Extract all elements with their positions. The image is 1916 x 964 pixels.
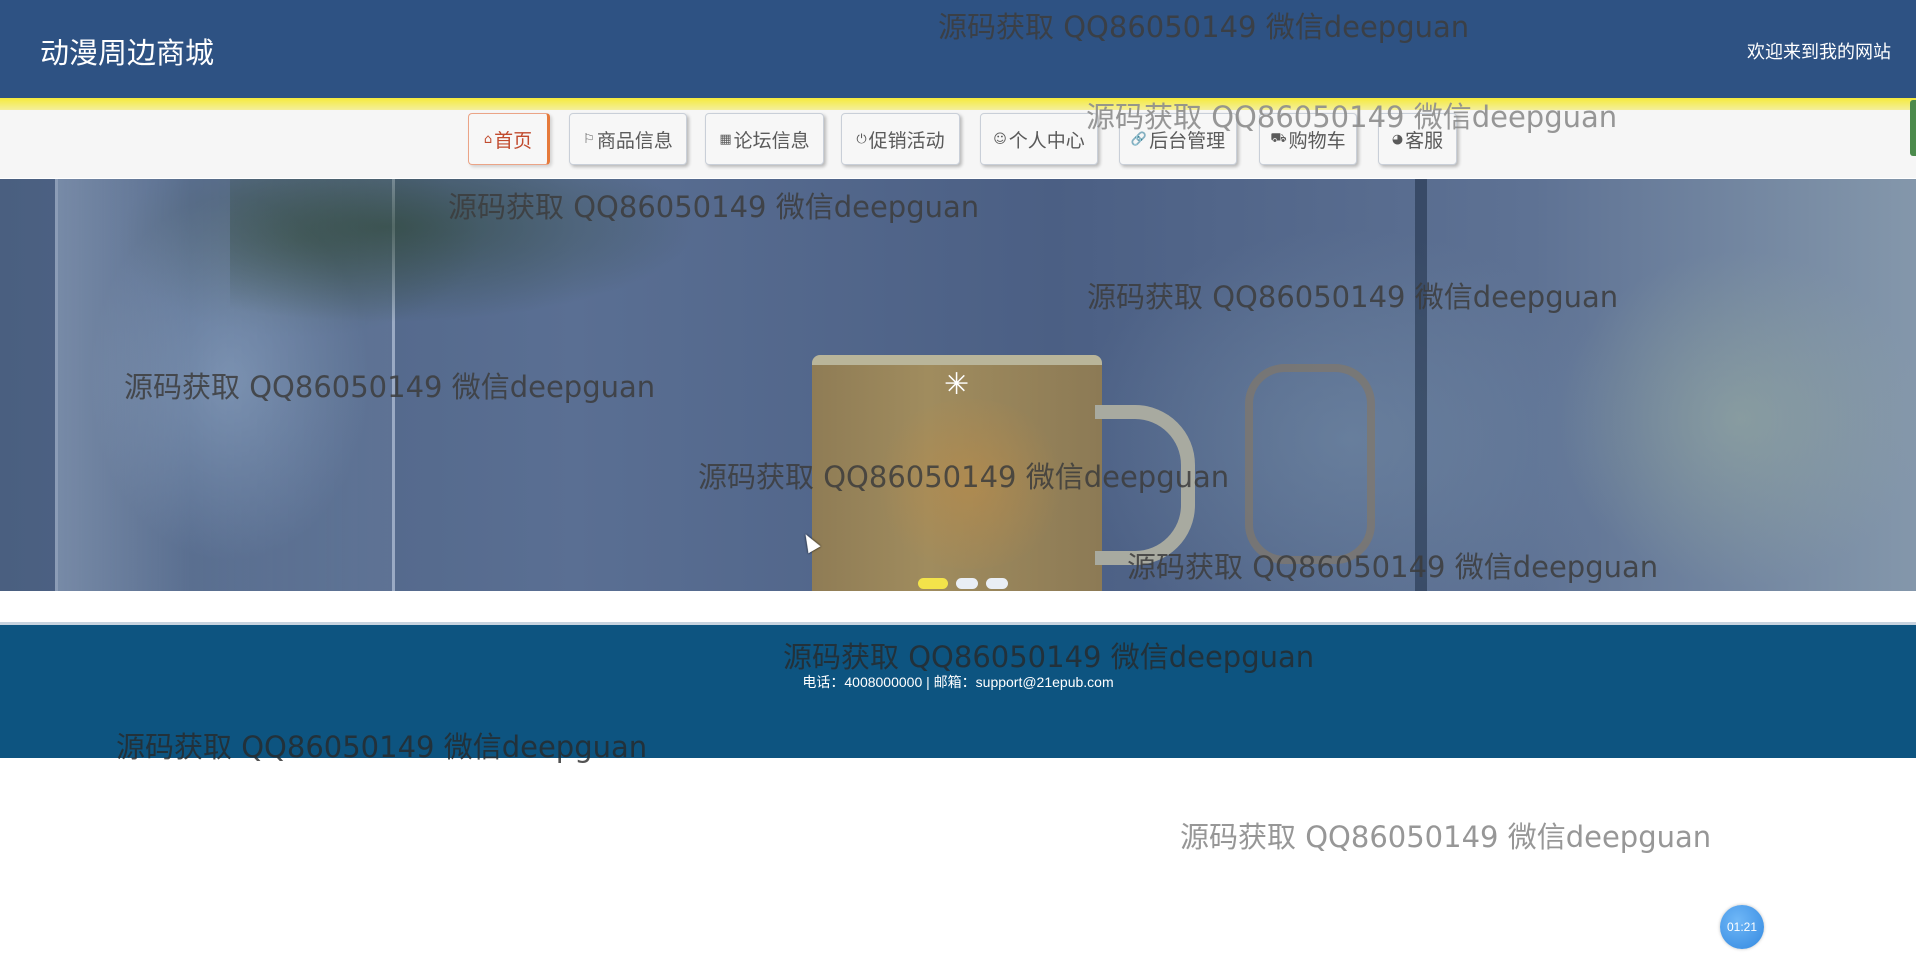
loading-spinner-icon: ✳ (944, 367, 970, 402)
user-icon: ☺ (993, 131, 1007, 147)
nav-home[interactable]: ⌂ 首页 (468, 113, 550, 165)
nav-promotions[interactable]: ⏻ 促销活动 (841, 113, 960, 165)
nav-item-label: 论坛信息 (733, 129, 810, 152)
nav-admin[interactable]: 🔗 后台管理 (1119, 113, 1237, 165)
nav-cart[interactable]: ⛟ 购物车 (1259, 113, 1357, 165)
carousel-dot-1[interactable] (918, 578, 948, 589)
carousel-dot-3[interactable] (986, 578, 1008, 589)
nav-item-label: 商品信息 (596, 129, 673, 152)
home-icon: ⌂ (483, 131, 493, 147)
banner-mug-handle (1095, 405, 1195, 565)
link-icon: 🔗 (1130, 131, 1148, 147)
nav-products[interactable]: ⚐ 商品信息 (569, 113, 687, 165)
footer-contact: 电话：4008000000 | 邮箱：support@21epub.com (802, 674, 1114, 690)
banner-leaves-image (230, 179, 750, 339)
nav-item-label: 后台管理 (1149, 129, 1226, 152)
nav-item-label: 个人中心 (1008, 129, 1085, 152)
watermark: 源码获取 QQ86050149 微信deepguan (1180, 820, 1712, 854)
site-header (0, 0, 1916, 98)
nav-item-label: 促销活动 (868, 129, 945, 152)
nav-item-label: 首页 (494, 129, 533, 152)
timer-badge[interactable]: 01:21 (1720, 905, 1764, 949)
carousel-indicators (918, 578, 1008, 589)
carousel-dot-2[interactable] (956, 578, 978, 589)
header-accent-line (0, 98, 1916, 110)
nav-item-label: 客服 (1405, 129, 1444, 152)
nav-forum[interactable]: ▦ 论坛信息 (705, 113, 824, 165)
chat-icon: ◕ (1391, 131, 1404, 147)
nav-service[interactable]: ◕ 客服 (1378, 113, 1457, 165)
banner-background-object (1245, 364, 1375, 564)
banner-window-frame (1415, 179, 1427, 591)
cart-icon: ⛟ (1270, 130, 1287, 146)
flag-icon: ⚐ (583, 131, 595, 147)
nav-item-label: 购物车 (1288, 129, 1346, 152)
apps-icon: ▦ (719, 131, 732, 147)
banner-mug-pattern (870, 399, 1070, 569)
nav-profile[interactable]: ☺ 个人中心 (980, 113, 1098, 165)
site-title[interactable]: 动漫周边商城 (40, 30, 214, 72)
power-icon: ⏻ (856, 131, 867, 147)
welcome-text: 欢迎来到我的网站 (1747, 42, 1891, 63)
nav-scroll-handle[interactable] (1910, 100, 1916, 156)
